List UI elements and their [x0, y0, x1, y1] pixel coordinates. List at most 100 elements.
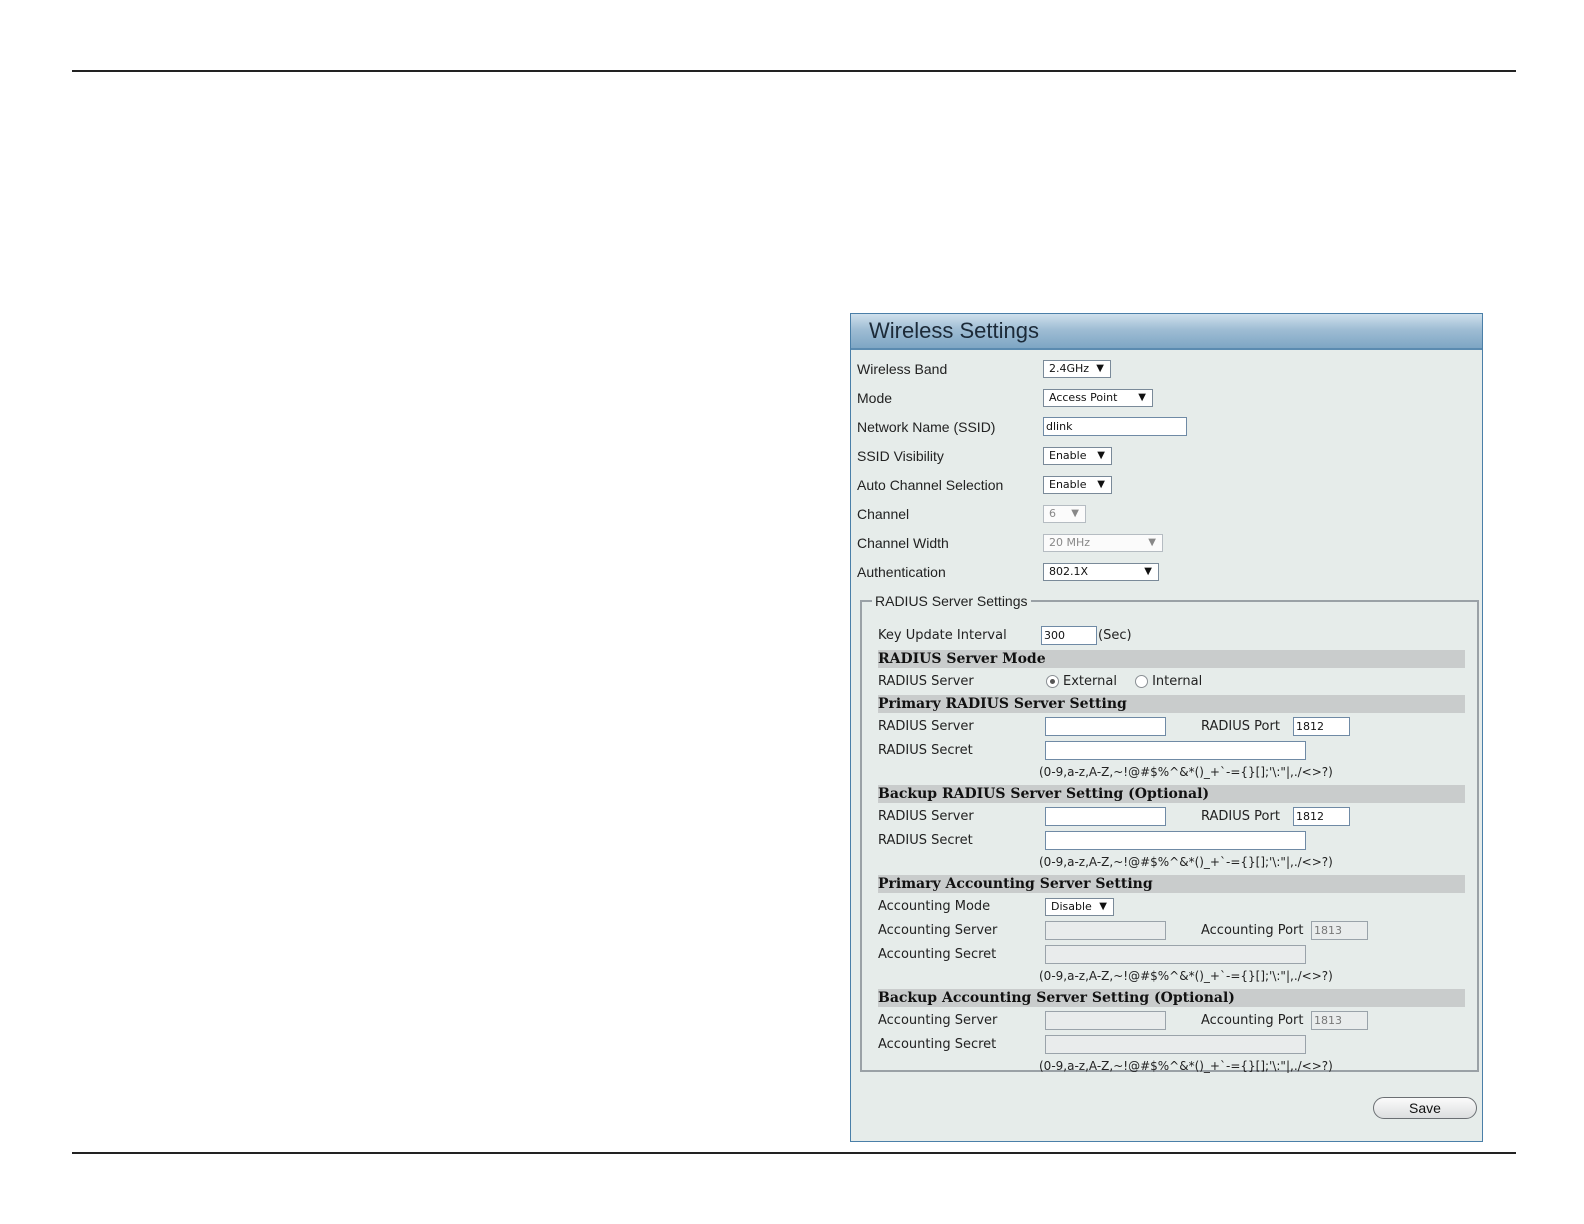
chevron-down-icon: ▼	[1096, 363, 1104, 374]
chevron-down-icon: ▼	[1099, 901, 1107, 912]
primary-radius-secret-row: RADIUS Secret	[878, 740, 1461, 762]
channel-select[interactable]: 6 ▼	[1043, 505, 1086, 523]
backup-accounting-heading: Backup Accounting Server Setting (Option…	[878, 989, 1465, 1007]
chevron-down-icon: ▼	[1148, 537, 1156, 548]
backup-accounting-secret-hint: (0-9,a-z,A-Z,~!@#$%^&*()_+`-={}[];'\:"|,…	[1039, 1059, 1333, 1073]
authentication-row: Authentication 802.1X ▼	[857, 558, 1476, 587]
wireless-band-row: Wireless Band 2.4GHz ▼	[857, 355, 1476, 384]
channel-row: Channel 6 ▼	[857, 500, 1476, 529]
chevron-down-icon: ▼	[1071, 508, 1079, 519]
primary-accounting-port-input[interactable]: 1813	[1311, 921, 1368, 940]
radio-internal-label: Internal	[1152, 674, 1203, 689]
ssid-input[interactable]: dlink	[1043, 417, 1187, 436]
chevron-down-icon: ▼	[1097, 450, 1105, 461]
backup-accounting-secret-label: Accounting Secret	[878, 1037, 997, 1052]
backup-radius-secret-row: RADIUS Secret	[878, 830, 1461, 852]
accounting-mode-value: Disable	[1051, 900, 1092, 913]
auto-channel-label: Auto Channel Selection	[857, 477, 1004, 493]
backup-accounting-secret-row: Accounting Secret	[878, 1034, 1461, 1056]
primary-accounting-heading: Primary Accounting Server Setting	[878, 875, 1465, 893]
backup-accounting-server-row: Accounting Server Accounting Port 1813	[878, 1010, 1461, 1032]
ssid-visibility-value: Enable	[1049, 449, 1087, 462]
backup-radius-secret-label: RADIUS Secret	[878, 833, 973, 848]
mode-value: Access Point	[1049, 391, 1118, 404]
backup-accounting-secret-input[interactable]	[1045, 1035, 1306, 1054]
primary-accounting-secret-row: Accounting Secret	[878, 944, 1461, 966]
mode-row: Mode Access Point ▼	[857, 384, 1476, 413]
primary-radius-secret-hint: (0-9,a-z,A-Z,~!@#$%^&*()_+`-={}[];'\:"|,…	[1039, 765, 1333, 779]
primary-accounting-secret-hint: (0-9,a-z,A-Z,~!@#$%^&*()_+`-={}[];'\:"|,…	[1039, 969, 1333, 983]
primary-radius-port-input[interactable]: 1812	[1293, 717, 1350, 736]
wireless-band-select[interactable]: 2.4GHz ▼	[1043, 360, 1111, 378]
ssid-row: Network Name (SSID) dlink	[857, 413, 1476, 442]
primary-accounting-secret-input[interactable]	[1045, 945, 1306, 964]
chevron-down-icon: ▼	[1144, 566, 1152, 577]
primary-radius-server-row: RADIUS Server RADIUS Port 1812	[878, 716, 1461, 738]
backup-accounting-port-input[interactable]: 1813	[1311, 1011, 1368, 1030]
radius-legend: RADIUS Server Settings	[875, 593, 1028, 609]
primary-radius-server-label: RADIUS Server	[878, 719, 974, 734]
backup-radius-port-label: RADIUS Port	[1201, 809, 1280, 824]
mode-select[interactable]: Access Point ▼	[1043, 389, 1153, 407]
authentication-value: 802.1X	[1049, 565, 1089, 578]
backup-radius-server-row: RADIUS Server RADIUS Port 1812	[878, 806, 1461, 828]
key-update-input[interactable]: 300	[1041, 626, 1097, 645]
wireless-settings-panel: Wireless Settings Wireless Band 2.4GHz ▼ …	[850, 313, 1483, 1142]
radio-internal[interactable]	[1135, 675, 1149, 688]
chevron-down-icon: ▼	[1138, 392, 1146, 403]
primary-accounting-server-label: Accounting Server	[878, 923, 998, 938]
radius-mode-row: RADIUS Server External Internal	[878, 671, 1461, 693]
accounting-mode-select[interactable]: Disable ▼	[1045, 898, 1114, 916]
panel-title: Wireless Settings	[851, 314, 1482, 350]
ssid-visibility-label: SSID Visibility	[857, 448, 944, 464]
backup-radius-server-input[interactable]	[1045, 807, 1166, 826]
backup-radius-port-input[interactable]: 1812	[1293, 807, 1350, 826]
channel-width-select[interactable]: 20 MHz ▼	[1043, 534, 1163, 552]
channel-width-row: Channel Width 20 MHz ▼	[857, 529, 1476, 558]
backup-accounting-server-input[interactable]	[1045, 1011, 1166, 1030]
primary-radius-server-input[interactable]	[1045, 717, 1166, 736]
top-rule	[72, 70, 1516, 72]
primary-accounting-secret-label: Accounting Secret	[878, 947, 997, 962]
authentication-label: Authentication	[857, 564, 946, 580]
radius-mode-label: RADIUS Server	[878, 674, 974, 689]
backup-accounting-port-label: Accounting Port	[1201, 1013, 1304, 1028]
radio-external[interactable]	[1046, 675, 1059, 688]
primary-radius-heading: Primary RADIUS Server Setting	[878, 695, 1465, 713]
channel-label: Channel	[857, 506, 910, 522]
radius-mode-heading: RADIUS Server Mode	[878, 650, 1465, 668]
authentication-select[interactable]: 802.1X ▼	[1043, 563, 1159, 581]
ssid-visibility-select[interactable]: Enable ▼	[1043, 447, 1112, 465]
channel-width-label: Channel Width	[857, 535, 949, 551]
auto-channel-select[interactable]: Enable ▼	[1043, 476, 1112, 494]
backup-radius-server-label: RADIUS Server	[878, 809, 974, 824]
ssid-visibility-row: SSID Visibility Enable ▼	[857, 442, 1476, 471]
mode-label: Mode	[857, 390, 893, 406]
backup-radius-heading: Backup RADIUS Server Setting (Optional)	[878, 785, 1465, 803]
key-update-unit: (Sec)	[1098, 628, 1132, 643]
chevron-down-icon: ▼	[1097, 479, 1105, 490]
backup-radius-secret-input[interactable]	[1045, 831, 1306, 850]
channel-width-value: 20 MHz	[1049, 536, 1091, 549]
primary-radius-port-label: RADIUS Port	[1201, 719, 1280, 734]
primary-radius-secret-label: RADIUS Secret	[878, 743, 973, 758]
primary-accounting-server-input[interactable]	[1045, 921, 1166, 940]
panel-body: Wireless Band 2.4GHz ▼ Mode Access Point ▼…	[851, 350, 1482, 587]
accounting-mode-label: Accounting Mode	[878, 899, 991, 914]
primary-radius-secret-input[interactable]	[1045, 741, 1306, 760]
key-update-label: Key Update Interval	[878, 628, 1007, 643]
save-button[interactable]: Save	[1373, 1097, 1477, 1119]
bottom-rule	[72, 1152, 1516, 1154]
key-update-row: Key Update Interval 300 (Sec)	[878, 625, 1461, 647]
auto-channel-row: Auto Channel Selection Enable ▼	[857, 471, 1476, 500]
channel-value: 6	[1049, 507, 1056, 520]
primary-accounting-port-label: Accounting Port	[1201, 923, 1304, 938]
radius-server-settings: RADIUS Server Settings Key Update Interv…	[860, 593, 1479, 1073]
backup-accounting-server-label: Accounting Server	[878, 1013, 998, 1028]
ssid-label: Network Name (SSID)	[857, 419, 996, 435]
radio-external-label: External	[1063, 674, 1117, 689]
auto-channel-value: Enable	[1049, 478, 1087, 491]
wireless-band-value: 2.4GHz	[1049, 362, 1090, 375]
wireless-band-label: Wireless Band	[857, 361, 948, 377]
accounting-mode-row: Accounting Mode Disable ▼	[878, 896, 1461, 918]
